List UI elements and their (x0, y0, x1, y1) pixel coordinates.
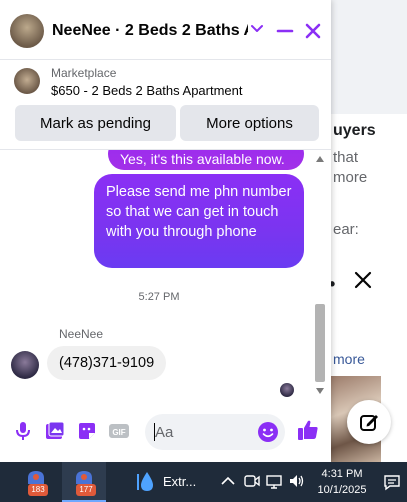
mark-as-pending-button[interactable]: Mark as pending (15, 105, 176, 141)
thread-scrollbar[interactable] (313, 152, 327, 398)
chevron-down-icon[interactable] (250, 22, 264, 36)
background-text-that: that (333, 149, 359, 166)
gif-icon[interactable]: GIF (108, 420, 130, 442)
chat-window: NeeNee · 2 Beds 2 Baths A... Marketplace… (0, 0, 331, 462)
message-input-placeholder: Aa (155, 424, 174, 441)
listing-source-label: Marketplace (51, 66, 117, 80)
close-icon[interactable] (304, 22, 322, 40)
taskbar-badge: 183 (28, 484, 48, 496)
more-options-button[interactable]: More options (180, 105, 319, 141)
emoji-icon[interactable] (257, 421, 279, 443)
scroll-up-icon[interactable] (316, 156, 324, 162)
sender-name: NeeNee (59, 327, 104, 341)
outgoing-message[interactable]: Please send me phn number so that we can… (94, 174, 304, 268)
contact-avatar[interactable] (10, 14, 44, 48)
taskbar-app-label: Extr... (163, 474, 197, 489)
compose-icon (360, 415, 378, 431)
photo-icon[interactable] (44, 420, 66, 442)
svg-text:GIF: GIF (112, 428, 125, 437)
taskbar: 183 177 Extr... 4:31 PM 10/1/2025 (0, 462, 407, 502)
listing-title[interactable]: $650 - 2 Beds 2 Baths Apartment (51, 83, 243, 98)
new-message-button[interactable] (347, 400, 391, 444)
minimize-icon[interactable] (276, 22, 294, 40)
sticker-icon[interactable] (76, 420, 98, 442)
message-composer: GIF Aa (0, 400, 331, 462)
message-input[interactable]: Aa (145, 414, 285, 450)
network-icon[interactable] (265, 472, 283, 490)
taskbar-app-2[interactable]: 177 (62, 462, 106, 502)
background-heading: uyers (333, 122, 376, 139)
thumbs-up-icon[interactable] (296, 418, 320, 442)
chat-header[interactable]: NeeNee · 2 Beds 2 Baths A... (0, 0, 331, 60)
message-thread[interactable]: Yes, it's this available now. Please sen… (0, 150, 331, 400)
volume-icon[interactable] (288, 472, 306, 490)
background-see-more-link[interactable]: more (333, 351, 365, 367)
meet-now-icon[interactable] (243, 472, 261, 490)
taskbar-badge: 177 (76, 484, 96, 496)
listing-banner: Marketplace $650 - 2 Beds 2 Baths Apartm… (0, 60, 331, 150)
taskbar-app-1[interactable]: 183 (14, 462, 58, 502)
chat-title[interactable]: NeeNee · 2 Beds 2 Baths A... (52, 22, 248, 40)
scroll-down-icon[interactable] (316, 388, 324, 394)
outgoing-message[interactable]: Yes, it's this available now. (108, 150, 304, 170)
background-close-icon[interactable] (354, 271, 372, 289)
incoming-message[interactable]: (478)371-9109 (47, 346, 167, 380)
scrollbar-thumb[interactable] (315, 304, 325, 382)
water-drop-icon (137, 472, 153, 491)
clock-date: 10/1/2025 (317, 484, 367, 496)
microphone-icon[interactable] (12, 420, 34, 442)
message-timestamp: 5:27 PM (138, 291, 180, 303)
taskbar-app-extr[interactable]: Extr... (129, 470, 209, 494)
notification-icon[interactable] (383, 473, 401, 491)
background-text-more: more (333, 169, 368, 186)
clock-time: 4:31 PM (321, 468, 363, 480)
taskbar-clock[interactable]: 4:31 PM 10/1/2025 (316, 466, 368, 498)
sender-avatar[interactable] (11, 351, 39, 379)
background-text-ear: ear: (333, 221, 359, 238)
listing-thumbnail[interactable] (14, 68, 40, 94)
seen-indicator-avatar (280, 383, 294, 397)
chevron-up-icon[interactable] (219, 472, 237, 490)
